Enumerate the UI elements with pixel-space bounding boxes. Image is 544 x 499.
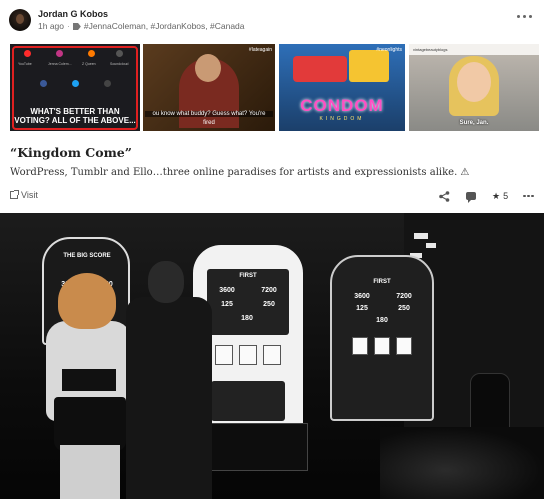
woman-legs xyxy=(60,445,120,499)
machine-header: FIRST xyxy=(239,273,257,279)
thumbnail-anchorman[interactable]: #lateagain ou know what buddy? Guess wha… xyxy=(143,44,275,131)
machine-value: 180 xyxy=(241,315,253,322)
machine-value: 7200 xyxy=(396,293,412,300)
woman-hair xyxy=(58,273,116,329)
machine-value: 3600 xyxy=(219,287,235,294)
thumbnail-sure-jan[interactable]: vintagebeautyblogs Sure, Jan. xyxy=(409,44,539,131)
foreground-debris xyxy=(380,427,544,499)
red-frame xyxy=(12,46,138,130)
machine-reel xyxy=(352,337,368,355)
post-meta: 1h ago · #JennaColeman, #JordanKobos, #Can… xyxy=(38,21,245,31)
avatar[interactable] xyxy=(9,9,31,31)
machine-value: 250 xyxy=(263,301,275,308)
machine-value: 7200 xyxy=(261,287,277,294)
brick xyxy=(414,233,428,239)
neon-title: CONDOM xyxy=(300,96,384,115)
man-head xyxy=(148,261,184,303)
thumbnail-condom-kingdom[interactable]: #neonlights CONDOM KINGDOM xyxy=(279,44,405,131)
machine-reel xyxy=(263,345,281,365)
comment-icon xyxy=(466,192,476,203)
post-header: Jordan G Kobos 1h ago · #JennaColeman, #Jo… xyxy=(0,0,544,40)
man-figure xyxy=(126,261,212,499)
tag-icon xyxy=(72,23,81,30)
post-time: 1h ago xyxy=(38,21,64,31)
share-button[interactable] xyxy=(439,189,450,203)
thumb-corner-text: #neonlights xyxy=(376,47,402,53)
post-actions: Visit ★ 5 xyxy=(0,186,544,206)
post-options-icon[interactable] xyxy=(517,11,535,21)
star-icon: ★ xyxy=(492,190,501,201)
visit-label: Visit xyxy=(21,190,38,200)
person-face xyxy=(457,62,491,102)
comment-button[interactable] xyxy=(466,189,476,203)
thumb-corner-text: #lateagain xyxy=(248,47,272,53)
machine-panel xyxy=(211,381,285,421)
machine-reel xyxy=(215,345,233,365)
post-tags[interactable]: #JennaColeman, #JordanKobos, #Canada xyxy=(84,21,245,31)
machine-value: 3600 xyxy=(354,293,370,300)
neon-sign-right xyxy=(349,50,389,82)
share-icon xyxy=(439,190,450,202)
woman-skirt xyxy=(54,397,126,451)
machine-value: 180 xyxy=(376,317,388,324)
machine-header: FIRST xyxy=(373,279,391,285)
woman-figure xyxy=(40,273,138,499)
more-options-icon[interactable] xyxy=(523,189,537,203)
brick xyxy=(426,243,436,248)
external-link-icon xyxy=(10,190,19,199)
thumb-handle: vintagebeautyblogs xyxy=(413,47,448,52)
man-body xyxy=(126,297,212,499)
star-button[interactable]: ★ 5 xyxy=(492,189,508,203)
star-count: 5 xyxy=(503,191,509,201)
machine-header: THE BIG SCORE xyxy=(63,253,111,259)
machine-value: 125 xyxy=(356,305,368,312)
thumbnail-voting-meme[interactable]: YouTube Jenna Colem... Z Queen Soundclou… xyxy=(10,44,140,131)
thumbnail-strip: YouTube Jenna Colem... Z Queen Soundclou… xyxy=(0,44,544,131)
machine-reel xyxy=(396,337,412,355)
machine-reel xyxy=(239,345,257,365)
meme-caption: ou know what buddy? Guess what? You're xyxy=(145,111,273,117)
meme-caption: Sure, Jan. xyxy=(459,120,489,126)
visit-link[interactable]: Visit xyxy=(10,190,38,200)
neon-sign-left xyxy=(293,56,347,82)
machine-reel xyxy=(374,337,390,355)
author-name[interactable]: Jordan G Kobos xyxy=(38,9,108,19)
meme-caption-2: fired xyxy=(203,120,215,126)
post-title[interactable]: “Kingdom Come” xyxy=(10,145,132,160)
neon-subtitle: KINGDOM xyxy=(319,116,365,122)
hero-image[interactable]: THE BIG SCORE 3600 7200 125 250 60 FIRST… xyxy=(0,213,544,499)
post-description: WordPress, Tumblr and Ello…three online … xyxy=(10,167,470,178)
slot-machine-right: FIRST 3600 7200 125 250 180 xyxy=(330,255,434,421)
machine-base xyxy=(200,423,308,471)
machine-value: 250 xyxy=(398,305,410,312)
person-head xyxy=(195,54,221,82)
machine-value: 125 xyxy=(221,301,233,308)
woman-top xyxy=(62,369,116,391)
